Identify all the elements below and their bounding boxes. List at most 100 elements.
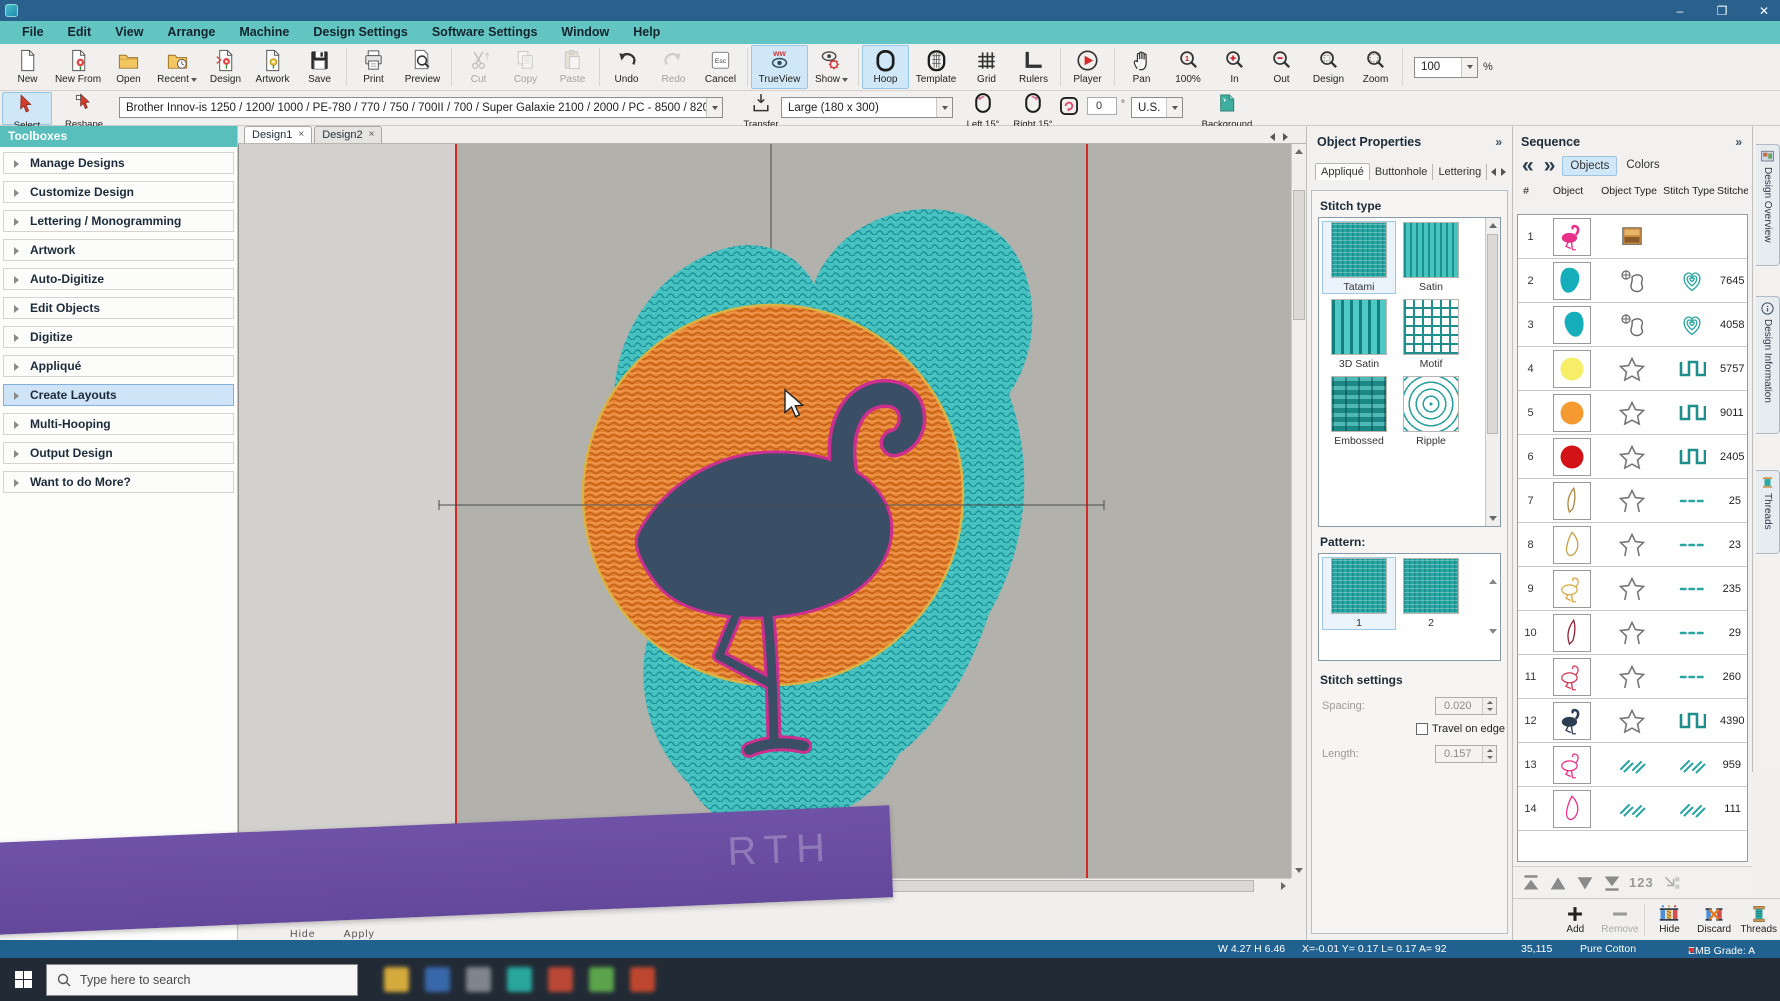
stitch-scroll-up-icon[interactable]: [1486, 218, 1500, 233]
move-up-icon[interactable]: [1548, 874, 1568, 892]
sequence-row-11[interactable]: 11260: [1518, 655, 1747, 699]
spacing-spinner[interactable]: [1482, 698, 1496, 714]
move-down-icon[interactable]: [1575, 874, 1595, 892]
sidebar-item-want-to-do-more-[interactable]: Want to do More?: [3, 471, 234, 493]
tabs-scroll-left-icon[interactable]: [1491, 168, 1496, 176]
document-tab-design1[interactable]: Design1×: [244, 126, 312, 143]
pattern-scroll-down-icon[interactable]: [1489, 634, 1497, 652]
stitch-scroll-down-icon[interactable]: [1486, 511, 1500, 526]
sidebar-item-digitize[interactable]: Digitize: [3, 326, 234, 348]
menu-machine[interactable]: Machine: [227, 21, 301, 44]
document-tab-design2[interactable]: Design2×: [314, 126, 382, 143]
properties-tab-buttonhole[interactable]: Buttonhole: [1370, 164, 1434, 180]
stitch-type-ripple[interactable]: Ripple: [1395, 376, 1467, 447]
taskbar-app-icon[interactable]: [384, 967, 409, 992]
sidebar-item-customize-design[interactable]: Customize Design: [3, 181, 234, 203]
out-button[interactable]: Out: [1258, 45, 1305, 89]
sequence-back-button[interactable]: «: [1517, 155, 1539, 177]
travel-on-edge-checkbox[interactable]: [1416, 723, 1428, 735]
length-input[interactable]: 0.157: [1435, 745, 1497, 763]
rotate-custom-button[interactable]: [1058, 95, 1080, 122]
stitch-type-embossed[interactable]: Embossed: [1323, 376, 1395, 447]
stitch-type-motif[interactable]: Motif: [1395, 299, 1467, 370]
drawing-area[interactable]: [238, 144, 1306, 878]
pattern-scroll-up-icon[interactable]: [1489, 562, 1497, 580]
stitch-type-tatami[interactable]: Tatami: [1323, 222, 1395, 293]
threads-tab[interactable]: Threads: [1756, 470, 1780, 554]
sequence-row-1[interactable]: 1: [1518, 215, 1747, 259]
select-tool-button[interactable]: Select: [2, 92, 52, 125]
new-button[interactable]: New: [4, 45, 51, 89]
sidebar-item-output-design[interactable]: Output Design: [3, 442, 234, 464]
template-button[interactable]: Template: [909, 45, 963, 89]
cancel-button[interactable]: EscCancel: [697, 45, 744, 89]
sidebar-item-create-layouts[interactable]: Create Layouts: [3, 384, 234, 406]
properties-tab-appliqu-[interactable]: Appliqué: [1315, 163, 1370, 180]
move-to-bottom-icon[interactable]: [1602, 874, 1622, 892]
menu-file[interactable]: File: [10, 21, 56, 44]
taskbar-app-icon[interactable]: [425, 967, 450, 992]
design-button[interactable]: Design: [202, 45, 249, 89]
new-from-button[interactable]: New From: [51, 45, 105, 89]
in-button[interactable]: In: [1211, 45, 1258, 89]
trueview-button[interactable]: wwTrueView: [751, 45, 808, 89]
sequence-collapse-icon[interactable]: »: [1735, 135, 1742, 149]
sequence-row-4[interactable]: 45757: [1518, 347, 1747, 391]
menu-edit[interactable]: Edit: [56, 21, 104, 44]
menu-design-settings[interactable]: Design Settings: [301, 21, 419, 44]
panel-collapse-icon[interactable]: »: [1495, 135, 1502, 149]
sidebar-item-lettering-monogramming[interactable]: Lettering / Monogramming: [3, 210, 234, 232]
sequence-row-8[interactable]: 823: [1518, 523, 1747, 567]
tab-scroll-right-icon[interactable]: [1283, 133, 1288, 141]
menu-software-settings[interactable]: Software Settings: [420, 21, 550, 44]
design-overview-tab[interactable]: Design Overview: [1756, 144, 1780, 266]
sidebar-item-manage-designs[interactable]: Manage Designs: [3, 152, 234, 174]
scroll-up-icon[interactable]: [1292, 144, 1306, 159]
machine-select-dropdown[interactable]: Brother Innov-is 1250 / 1200/ 1000 / PE-…: [119, 97, 723, 118]
pattern-1[interactable]: 1: [1323, 558, 1395, 629]
menu-window[interactable]: Window: [549, 21, 621, 44]
rotate-right-15-button[interactable]: Right 15°: [1011, 92, 1055, 130]
tab-scroll-left-icon[interactable]: [1270, 133, 1275, 141]
taskbar-app-icon[interactable]: [630, 967, 655, 992]
rotate-left-15-button[interactable]: Left 15°: [962, 92, 1004, 130]
menu-help[interactable]: Help: [621, 21, 672, 44]
hoop-button[interactable]: Hoop: [862, 45, 909, 89]
sidebar-item-multi-hooping[interactable]: Multi-Hooping: [3, 413, 234, 435]
length-spinner[interactable]: [1482, 746, 1496, 762]
design-button[interactable]: Design: [1305, 45, 1352, 89]
taskbar-search-input[interactable]: Type here to search: [46, 964, 358, 996]
design-information-tab[interactable]: Design Information: [1756, 296, 1780, 434]
artwork-button[interactable]: Artwork: [249, 45, 296, 89]
sequence-row-7[interactable]: 725: [1518, 479, 1747, 523]
rulers-button[interactable]: Rulers: [1010, 45, 1057, 89]
preview-button[interactable]: Preview: [397, 45, 448, 89]
sequence-row-14[interactable]: 14111: [1518, 787, 1747, 831]
sequence-row-3[interactable]: 34058: [1518, 303, 1747, 347]
pattern-2[interactable]: 2: [1395, 558, 1467, 629]
tabs-scroll-right-icon[interactable]: [1501, 168, 1506, 176]
sidebar-item-artwork[interactable]: Artwork: [3, 239, 234, 261]
reshape-tool-button[interactable]: Reshape: [58, 92, 110, 125]
sequence-row-2[interactable]: 27645: [1518, 259, 1747, 303]
close-button[interactable]: ✕: [1754, 4, 1774, 18]
sequence-row-5[interactable]: 59011: [1518, 391, 1747, 435]
rotation-angle-input[interactable]: 0: [1087, 97, 1117, 115]
hoop-size-dropdown[interactable]: Large (180 x 300): [781, 97, 953, 118]
stitch-type-satin[interactable]: Satin: [1395, 222, 1467, 293]
taskbar-app-icon[interactable]: [466, 967, 491, 992]
spacing-input[interactable]: 0.020: [1435, 697, 1497, 715]
background-button[interactable]: Background: [1196, 92, 1258, 130]
taskbar-app-icon[interactable]: [589, 967, 614, 992]
sequence-tab-objects[interactable]: Objects: [1562, 156, 1617, 176]
undo-button[interactable]: Undo: [603, 45, 650, 89]
threads-button[interactable]: Threads: [1736, 904, 1780, 935]
sequence-row-10[interactable]: 1029: [1518, 611, 1747, 655]
sequence-row-12[interactable]: 124390: [1518, 699, 1747, 743]
sequence-row-9[interactable]: 9235: [1518, 567, 1747, 611]
zoom-button[interactable]: Zoom: [1352, 45, 1399, 89]
sequence-row-13[interactable]: 13959: [1518, 743, 1747, 787]
sidebar-item-auto-digitize[interactable]: Auto-Digitize: [3, 268, 234, 290]
minimize-button[interactable]: –: [1670, 4, 1690, 18]
hide-object-button[interactable]: Hide: [1647, 904, 1692, 935]
